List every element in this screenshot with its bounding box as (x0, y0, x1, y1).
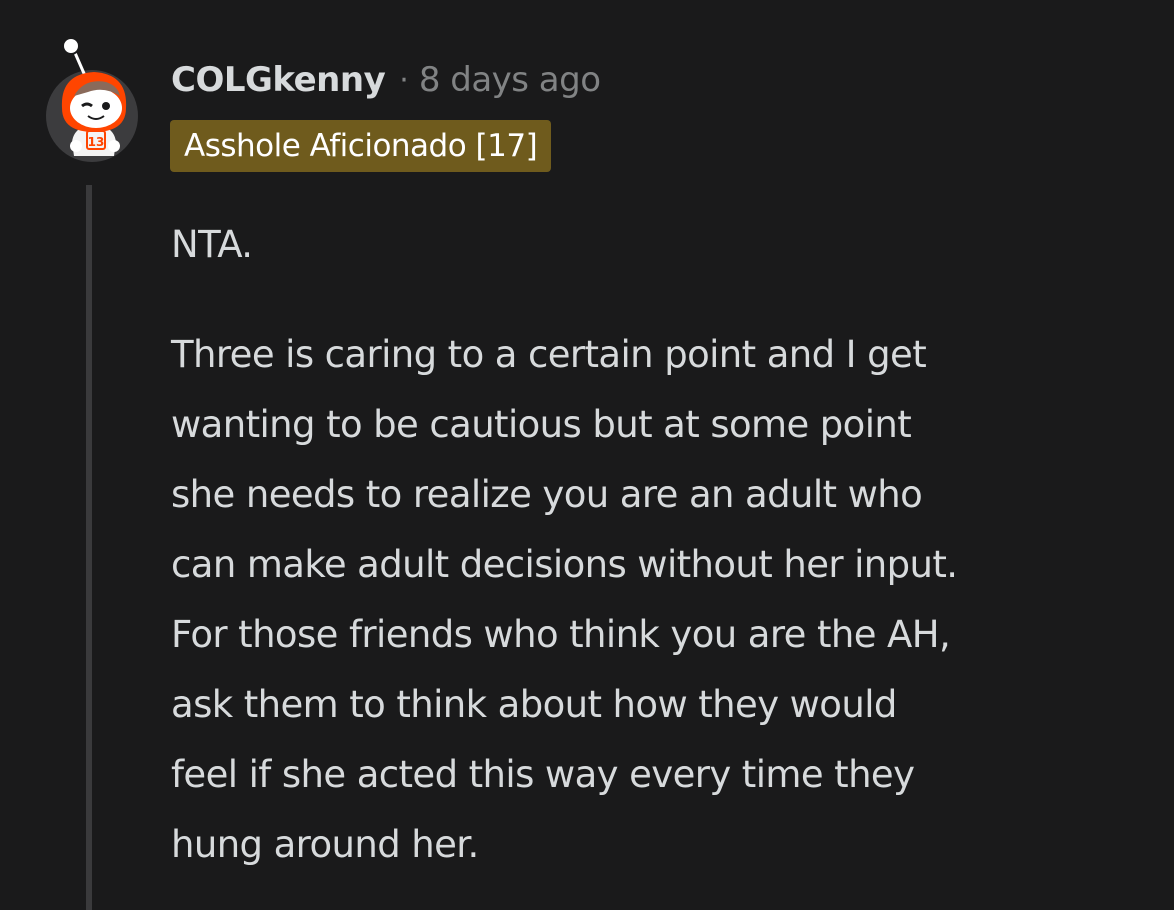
separator-dot: · (399, 62, 409, 98)
svg-text:13: 13 (88, 135, 105, 149)
comment-text-line: can make adult decisions without her inp… (171, 543, 958, 586)
comment-body: NTA. Three is caring to a certain point … (171, 210, 1161, 880)
user-flair: Asshole Aficionado [17] (170, 120, 552, 172)
comment-text-line: feel if she acted this way every time th… (171, 753, 915, 796)
comment-text-line: she needs to realize you are an adult wh… (171, 473, 923, 516)
comment-paragraph: NTA. (171, 223, 253, 266)
username-link[interactable]: COLGkenny (171, 60, 386, 100)
comment-paragraph: Three is caring to a certain point and I… (171, 320, 1161, 880)
comment-timestamp[interactable]: 8 days ago (419, 60, 601, 100)
comment-header: COLGkenny · 8 days ago (171, 58, 601, 102)
comment-text-line: hung around her. (171, 823, 479, 866)
user-avatar[interactable]: 13 (44, 34, 144, 164)
thread-collapse-line[interactable] (86, 185, 92, 910)
comment-text-line: For those friends who think you are the … (171, 613, 951, 656)
user-flair-text: Asshole Aficionado [17] (184, 128, 538, 164)
comment-text-line: wanting to be cautious but at some point (171, 403, 912, 446)
comment-text-line: ask them to think about how they would (171, 683, 897, 726)
comment-text-line: Three is caring to a certain point and I… (171, 333, 927, 376)
snoo-avatar-icon: 13 (46, 37, 138, 162)
